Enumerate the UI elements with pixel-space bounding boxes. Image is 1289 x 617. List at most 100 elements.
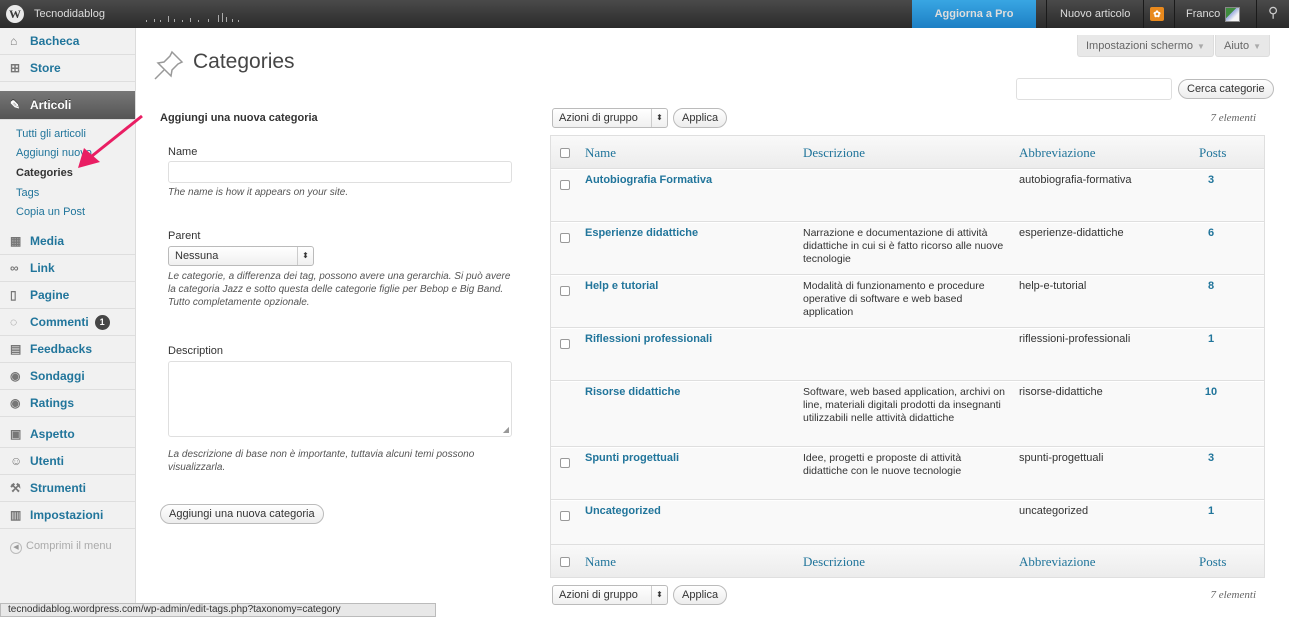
categories-table: Name Descrizione Abbreviazione Posts Aut… (550, 135, 1265, 578)
sidebar-item-ratings[interactable]: ◉ Ratings (0, 390, 135, 417)
category-name-link[interactable]: Spunti progettuali (585, 452, 679, 464)
rating-icon: ◉ (10, 396, 21, 410)
select-arrow-icon: ⬍ (651, 109, 667, 127)
sidebar-item-comments[interactable]: ◌ Commenti 1 (0, 309, 135, 336)
comments-count-badge: 1 (94, 315, 110, 330)
column-posts-footer[interactable]: Posts (1199, 545, 1226, 578)
sidebar-item-polls[interactable]: ◉ Sondaggi (0, 363, 135, 390)
search-categories-button[interactable]: Cerca categorie (1178, 79, 1274, 99)
category-slug: uncategorized (1019, 505, 1089, 517)
settings-icon: ▥ (10, 508, 22, 522)
add-category-submit-button[interactable]: Aggiungi una nuova categoria (160, 504, 324, 524)
sidebar-sub-copy-post[interactable]: Copia un Post (16, 206, 85, 218)
parent-label: Parent (168, 230, 201, 242)
collapse-icon: ◀ (10, 542, 22, 554)
help-button[interactable]: Aiuto ▼ (1215, 35, 1270, 57)
sidebar-item-pages[interactable]: ▯ Pagine (0, 282, 135, 309)
adminbar-separator (1143, 0, 1144, 28)
bulk-actions-select-top[interactable]: Azioni di gruppo ⬍ (552, 108, 668, 128)
apply-button-bottom[interactable]: Applica (673, 585, 728, 605)
search-categories-input[interactable] (1016, 78, 1172, 100)
sidebar-item-dashboard[interactable]: ⌂ Bacheca (0, 28, 135, 55)
column-slug[interactable]: Abbreviazione (1019, 136, 1096, 169)
pin-icon: ✎ (10, 98, 21, 112)
sidebar-item-feedbacks[interactable]: ▤ Feedbacks (0, 336, 135, 363)
category-posts-link[interactable]: 3 (1191, 452, 1231, 464)
collapse-menu-button[interactable]: ◀ Comprimi il menu (10, 540, 112, 554)
category-name-input[interactable] (168, 161, 512, 183)
new-post-link[interactable]: Nuovo articolo (1060, 0, 1130, 28)
description-textarea[interactable]: ◢ (168, 361, 512, 437)
select-arrow-icon: ⬍ (297, 247, 313, 265)
category-name-link[interactable]: Risorse didattiche (585, 386, 680, 398)
category-posts-link[interactable]: 1 (1191, 333, 1231, 345)
apply-button-top[interactable]: Applica (673, 108, 728, 128)
category-description: Idee, progetti e proposte di attività di… (803, 452, 962, 477)
select-all-checkbox[interactable] (560, 148, 570, 158)
category-slug: autobiografia-formativa (1019, 174, 1132, 186)
comment-icon: ◌ (10, 315, 18, 329)
category-posts-link[interactable]: 8 (1191, 280, 1231, 292)
select-all-checkbox-footer[interactable] (560, 557, 570, 567)
sidebar-item-links[interactable]: ∞ Link (0, 255, 135, 282)
sidebar-item-tools[interactable]: ⚒ Strumenti (0, 475, 135, 502)
user-menu[interactable]: Franco (1186, 0, 1220, 28)
screen-options-button[interactable]: Impostazioni schermo ▼ (1077, 35, 1214, 57)
category-name-link[interactable]: Autobiografia Formativa (585, 174, 712, 186)
column-name[interactable]: Name (585, 136, 616, 169)
notifications-icon[interactable]: ✿ (1150, 7, 1164, 21)
sidebar-sub-categories[interactable]: Categories (16, 167, 73, 179)
category-description: Software, web based application, archivi… (803, 386, 1005, 424)
column-description[interactable]: Descrizione (803, 136, 865, 169)
row-checkbox[interactable] (560, 458, 570, 468)
category-posts-link[interactable]: 3 (1191, 174, 1231, 186)
category-slug: help-e-tutorial (1019, 280, 1087, 292)
column-posts[interactable]: Posts (1199, 136, 1226, 169)
sidebar-sub-tags[interactable]: Tags (16, 187, 39, 199)
row-checkbox[interactable] (560, 511, 570, 521)
search-icon[interactable]: ⚲ (1268, 4, 1278, 21)
sidebar-item-appearance[interactable]: ▣ Aspetto (0, 421, 135, 448)
add-category-heading: Aggiungi una nuova categoria (160, 112, 318, 124)
row-checkbox[interactable] (560, 286, 570, 296)
category-description: Narrazione e documentazione di attività … (803, 227, 1004, 265)
column-slug-footer[interactable]: Abbreviazione (1019, 545, 1096, 578)
category-slug: spunti-progettuali (1019, 452, 1104, 464)
avatar[interactable] (1225, 7, 1240, 22)
column-description-footer[interactable]: Descrizione (803, 545, 865, 578)
category-name-link[interactable]: Esperienze didattiche (585, 227, 698, 239)
chevron-down-icon: ▼ (1253, 42, 1261, 51)
appearance-icon: ▣ (10, 427, 22, 441)
description-help-text: La descrizione di base non è importante,… (168, 449, 475, 473)
name-help-text: The name is how it appears on your site. (168, 187, 349, 198)
site-name-link[interactable]: Tecnodidablog (34, 0, 105, 28)
category-name-link[interactable]: Uncategorized (585, 505, 661, 517)
category-posts-link[interactable]: 1 (1191, 505, 1231, 517)
resize-handle-icon[interactable]: ◢ (503, 425, 509, 434)
bulk-actions-select-bottom[interactable]: Azioni di gruppo ⬍ (552, 585, 668, 605)
row-checkbox[interactable] (560, 233, 570, 243)
items-count-bottom: 7 elementi (1210, 589, 1256, 601)
sidebar-item-store[interactable]: ⊞ Store (0, 55, 135, 82)
row-checkbox[interactable] (560, 339, 570, 349)
description-label: Description (168, 345, 224, 357)
parent-select[interactable]: Nessuna ⬍ (168, 246, 314, 266)
parent-help-text: Le categorie, a differenza dei tag, poss… (168, 271, 511, 308)
tools-icon: ⚒ (10, 481, 21, 495)
annotation-arrow-icon (78, 114, 143, 168)
table-row: Riflessioni professionali riflessioni-pr… (551, 328, 1264, 381)
category-posts-link[interactable]: 10 (1191, 386, 1231, 398)
name-label: Name (168, 146, 198, 158)
category-name-link[interactable]: Help e tutorial (585, 280, 658, 292)
column-name-footer[interactable]: Name (585, 545, 616, 578)
sidebar-item-settings[interactable]: ▥ Impostazioni (0, 502, 135, 529)
wordpress-logo-icon[interactable]: W (6, 5, 24, 23)
sidebar-item-media[interactable]: ▦ Media (0, 228, 135, 255)
row-checkbox[interactable] (560, 180, 570, 190)
category-posts-link[interactable]: 6 (1191, 227, 1231, 239)
category-name-link[interactable]: Riflessioni professionali (585, 333, 712, 345)
sidebar-item-users[interactable]: ☺ Utenti (0, 448, 135, 475)
admin-bar: W Tecnodidablog Aggiorna a Pro Nuovo art… (0, 0, 1289, 28)
stats-sparkline-icon[interactable] (146, 10, 242, 22)
upgrade-pro-button[interactable]: Aggiorna a Pro (912, 0, 1036, 28)
